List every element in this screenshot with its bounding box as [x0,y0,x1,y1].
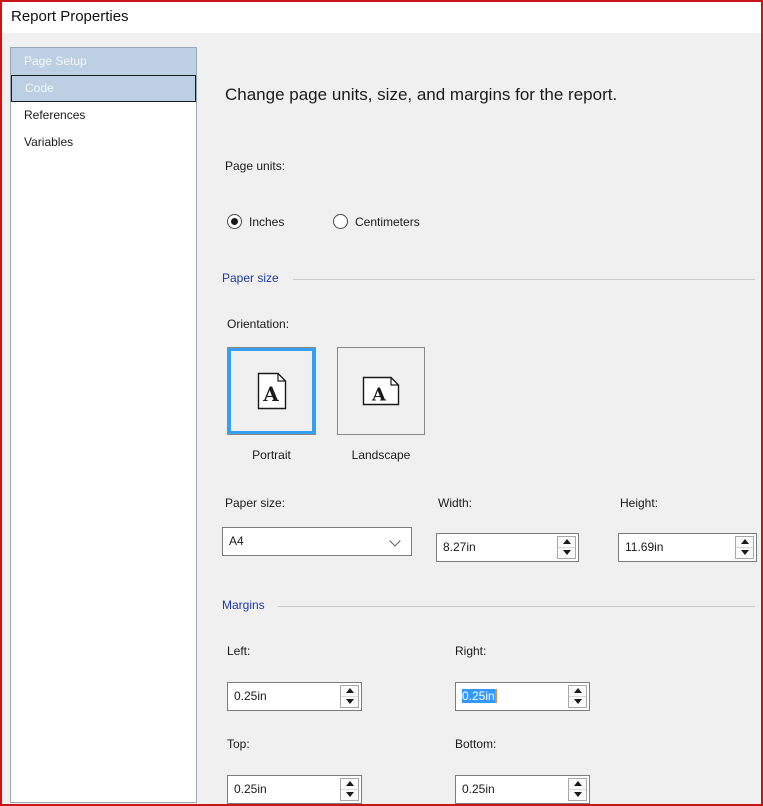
width-label: Width: [438,496,472,510]
radio-button-icon [333,214,348,229]
arrow-up-icon [346,781,354,786]
left-margin-input[interactable]: 0.25in [227,682,362,711]
top-margin-spin-down-button[interactable] [341,790,358,801]
arrow-up-icon [574,781,582,786]
margins-section-header: Margins [222,598,265,612]
arrow-down-icon [574,792,582,797]
landscape-label: Landscape [337,448,425,462]
top-margin-spin-up-button[interactable] [341,779,358,790]
height-spinner [735,536,754,559]
svg-text:A: A [371,385,387,406]
arrow-up-icon [563,539,571,544]
right-margin-spinner [568,685,587,708]
height-spin-up-button[interactable] [736,537,753,548]
chevron-down-icon [389,535,400,546]
title-bar: Report Properties [2,2,761,33]
width-spin-down-button[interactable] [558,548,575,559]
paper-size-dropdown-value: A4 [229,534,244,548]
sidebar-item-references[interactable]: References [11,102,196,129]
height-value: 11.69in [625,540,663,554]
report-properties-dialog: Report Properties Page Setup Code Refere… [0,0,763,806]
top-margin-input[interactable]: 0.25in [227,775,362,804]
sidebar-item-variables[interactable]: Variables [11,129,196,156]
width-spinner [557,536,576,559]
landscape-page-icon: A [362,376,400,406]
radio-button-icon [227,214,242,229]
radio-centimeters-label: Centimeters [355,215,420,229]
left-margin-spinner [340,685,359,708]
dialog-heading: Change page units, size, and margins for… [225,85,617,105]
paper-size-dropdown[interactable]: A4 [222,527,412,556]
top-margin-label: Top: [227,737,250,751]
bottom-margin-spinner [568,778,587,801]
portrait-button[interactable]: A [227,347,316,435]
arrow-up-icon [346,688,354,693]
arrow-down-icon [563,550,571,555]
right-margin-spin-up-button[interactable] [569,686,586,697]
left-margin-value: 0.25in [234,689,267,703]
width-input[interactable]: 8.27in [436,533,579,562]
right-margin-value: 0.25in [462,689,495,703]
svg-text:A: A [262,382,279,406]
bottom-margin-input[interactable]: 0.25in [455,775,590,804]
radio-inches-label: Inches [249,215,284,229]
paper-size-label: Paper size: [225,496,285,510]
arrow-up-icon [574,688,582,693]
bottom-margin-label: Bottom: [455,737,496,751]
sidebar-item-code[interactable]: Code [11,75,196,102]
arrow-down-icon [574,699,582,704]
height-spin-down-button[interactable] [736,548,753,559]
right-margin-input[interactable]: 0.25in [455,682,590,711]
bottom-margin-spin-down-button[interactable] [569,790,586,801]
width-value: 8.27in [443,540,476,554]
radio-centimeters[interactable]: Centimeters [333,214,420,229]
landscape-button[interactable]: A [337,347,425,435]
portrait-page-icon: A [257,372,287,410]
portrait-label: Portrait [227,448,316,462]
right-margin-spin-down-button[interactable] [569,697,586,708]
top-margin-value: 0.25in [234,782,267,796]
height-label: Height: [620,496,658,510]
height-input[interactable]: 11.69in [618,533,757,562]
orientation-label: Orientation: [227,317,289,331]
top-margin-spinner [340,778,359,801]
right-margin-label: Right: [455,644,486,658]
page-units-label: Page units: [225,159,285,173]
arrow-down-icon [741,550,749,555]
page-title: Report Properties [11,8,129,25]
sidebar-item-page-setup[interactable]: Page Setup [11,48,196,75]
width-spin-up-button[interactable] [558,537,575,548]
radio-inches[interactable]: Inches [227,214,284,229]
bottom-margin-spin-up-button[interactable] [569,779,586,790]
arrow-down-icon [346,792,354,797]
section-divider [293,279,755,280]
left-margin-spin-up-button[interactable] [341,686,358,697]
sidebar-list: Page Setup Code References Variables [10,47,197,803]
section-divider [278,606,755,607]
left-margin-spin-down-button[interactable] [341,697,358,708]
paper-size-section-header: Paper size [222,271,279,285]
text-caret [495,689,497,703]
bottom-margin-value: 0.25in [462,782,495,796]
arrow-down-icon [346,699,354,704]
left-margin-label: Left: [227,644,250,658]
arrow-up-icon [741,539,749,544]
